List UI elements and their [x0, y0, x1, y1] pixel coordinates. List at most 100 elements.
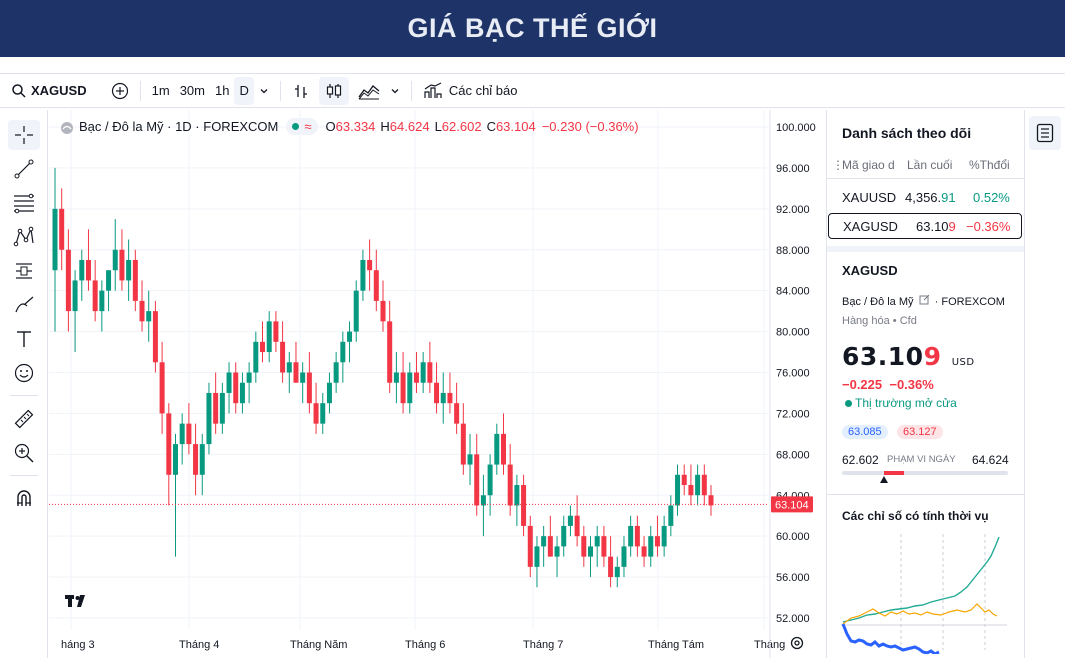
eye-icon[interactable]	[59, 120, 75, 134]
zoom-tool[interactable]	[8, 438, 40, 468]
indicators-button[interactable]: Các chỉ báo	[418, 77, 523, 105]
measure-tool[interactable]	[8, 404, 40, 434]
chevron-down-icon	[391, 88, 399, 93]
symbol-search[interactable]: XAGUSD	[6, 77, 92, 105]
area-chart-icon	[358, 84, 380, 99]
compare-symbol-button[interactable]	[106, 77, 134, 105]
pattern-tool[interactable]	[8, 222, 40, 252]
chart-legend: Bạc / Đô la Mỹ · 1D · FOREXCOM ≈ O 63.334…	[59, 118, 639, 135]
candle-body	[407, 372, 413, 404]
crosshair-tool[interactable]	[8, 120, 40, 150]
candle-body	[614, 566, 620, 578]
y-tick-label: 92.000	[776, 204, 810, 216]
candle-body	[300, 372, 306, 383]
bars-icon	[294, 84, 307, 98]
range-high: 64.624	[972, 453, 1009, 467]
range-label: PHẠM VI NGÀY	[887, 454, 956, 465]
market-status-pill[interactable]: ≈	[286, 118, 318, 135]
detail-category-line: Hàng hóa • Cfd	[842, 315, 917, 327]
candle-body	[59, 208, 65, 250]
candle-body	[132, 259, 138, 301]
row-symbol: XAUUSD	[842, 190, 897, 205]
candle-body	[112, 249, 118, 271]
y-tick-label: 100.000	[776, 122, 816, 134]
range-marker-icon	[879, 476, 888, 483]
candle-body	[367, 259, 373, 271]
area-style-button[interactable]	[353, 77, 385, 105]
candle-body	[186, 423, 192, 445]
candle-body	[79, 259, 85, 281]
bar-style-button[interactable]	[287, 77, 315, 105]
candle-body	[206, 392, 212, 445]
ruler-lines-icon	[16, 263, 32, 279]
trend-line-icon	[14, 159, 34, 179]
price-chart[interactable]: 100.000 96.000 92.000 88.000 84.000 80.000 76.…	[49, 110, 824, 658]
candle-body	[641, 546, 647, 557]
market-status[interactable]: Thị trường mở cửa	[845, 396, 957, 410]
x-tick-label: Tháng 7	[523, 639, 563, 651]
candle-body	[373, 270, 379, 301]
symbol-label: XAGUSD	[31, 83, 87, 98]
interval-30m[interactable]: 30m	[175, 77, 210, 105]
chart-settings-button[interactable]	[789, 635, 805, 656]
interval-1m[interactable]: 1m	[147, 77, 175, 105]
tradingview-logo[interactable]	[65, 594, 89, 612]
candle-body	[688, 485, 694, 496]
candle-body	[219, 392, 225, 424]
candle-body	[588, 546, 594, 557]
interval-dropdown[interactable]	[254, 77, 274, 105]
magnet-tool[interactable]	[8, 484, 40, 514]
candle-body	[159, 362, 165, 414]
watchlist-panel-button[interactable]	[1029, 116, 1061, 150]
candle-body	[634, 525, 640, 547]
x-tick-label: Tháng Tám	[648, 639, 704, 651]
candle-body	[260, 341, 266, 353]
candle-body	[166, 413, 172, 475]
emoji-tool[interactable]	[8, 358, 40, 388]
candles-style-button[interactable]	[318, 76, 349, 105]
far-right-toolbar	[1024, 110, 1065, 658]
watchlist-row-selected[interactable]: XAGUSD 63.109 −0.36%	[828, 213, 1022, 239]
candle-body	[454, 403, 460, 424]
row-last: 63.109	[916, 219, 956, 234]
brush-tool[interactable]	[8, 290, 40, 320]
candle-body	[681, 474, 687, 486]
y-tick-label: 96.000	[776, 163, 810, 175]
seasonal-title[interactable]: Các chỉ số có tính thời vụ	[842, 509, 989, 523]
forecast-tool[interactable]	[8, 256, 40, 286]
candle-body	[152, 311, 158, 363]
brush-icon	[15, 296, 34, 313]
watchlist-title[interactable]: Danh sách theo dõi	[842, 125, 971, 141]
candle-body	[400, 372, 406, 404]
candle-body	[226, 372, 232, 393]
row-symbol: XAGUSD	[843, 219, 898, 234]
candle-body	[126, 259, 132, 281]
interval-d[interactable]: D	[234, 76, 254, 105]
text-tool[interactable]	[8, 324, 40, 354]
detail-name[interactable]: Bạc / Đô la Mỹ	[842, 296, 914, 308]
col-symbol[interactable]: Mã giao d	[842, 158, 895, 172]
watchlist-row[interactable]: XAUUSD 4,356.91 0.52%	[827, 185, 1023, 211]
candle-body	[320, 403, 326, 424]
chart-area[interactable]: 100.000 96.000 92.000 88.000 84.000 80.000 76.…	[49, 110, 824, 658]
legend-low: 62.602	[441, 119, 482, 134]
trend-line-tool[interactable]	[8, 154, 40, 184]
external-link-icon[interactable]	[919, 294, 930, 305]
candle-body	[340, 341, 346, 363]
chevron-down-icon	[260, 88, 268, 93]
detail-exchange: FOREXCOM	[941, 296, 1005, 308]
search-icon	[12, 83, 26, 98]
chart-type-dropdown[interactable]	[385, 77, 405, 105]
col-last[interactable]: Lần cuối	[907, 158, 952, 172]
candle-body	[413, 372, 419, 383]
col-change[interactable]: %Thđổi	[969, 158, 1010, 172]
indicators-icon	[424, 81, 442, 98]
y-tick-label: 72.000	[776, 408, 810, 420]
detail-name-line: Bạc / Đô la Mỹ · FOREXCOM	[842, 294, 1005, 308]
legend-title[interactable]: Bạc / Đô la Mỹ · 1D · FOREXCOM	[79, 119, 278, 134]
seasonal-chart[interactable]	[841, 532, 1011, 654]
horizontal-lines-icon	[14, 193, 34, 214]
interval-1h[interactable]: 1h	[210, 77, 234, 105]
candle-body	[52, 208, 58, 271]
fib-tool[interactable]	[8, 188, 40, 218]
